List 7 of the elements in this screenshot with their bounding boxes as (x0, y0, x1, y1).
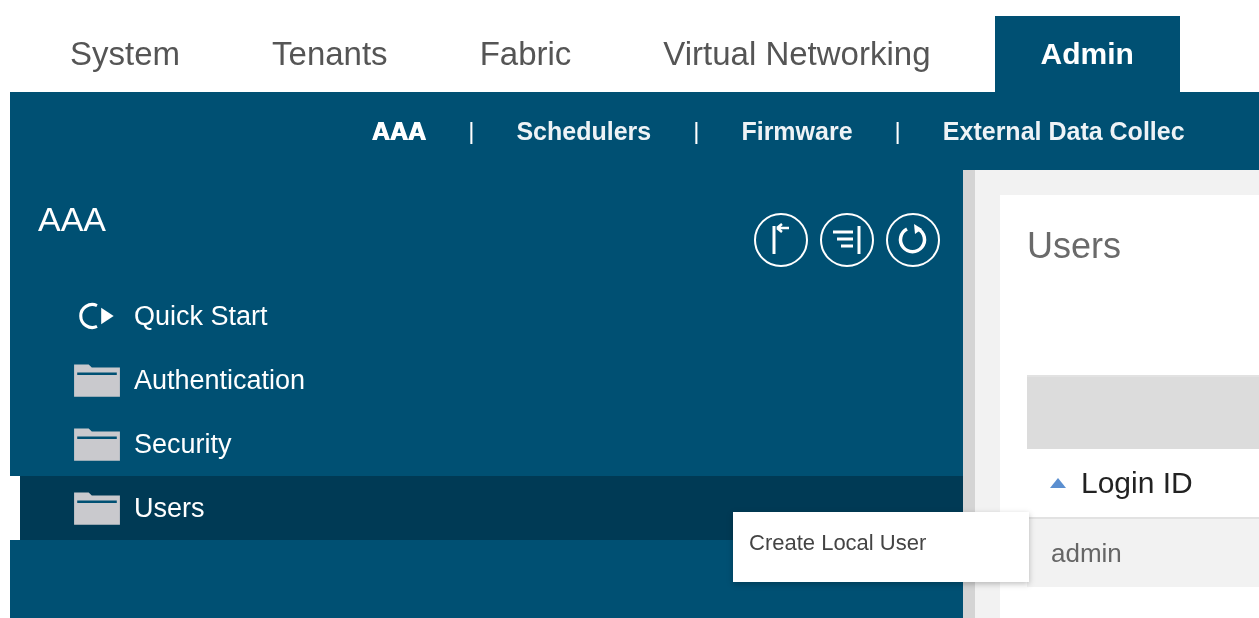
table-cell-text: admin (1050, 537, 1122, 569)
sidebar-title: AAA (38, 200, 107, 240)
separator: | (692, 117, 701, 145)
tooltip: Create Local User (733, 512, 1029, 582)
separator: | (467, 117, 476, 145)
separator: | (893, 117, 902, 145)
page-title: Users (1027, 224, 1122, 268)
